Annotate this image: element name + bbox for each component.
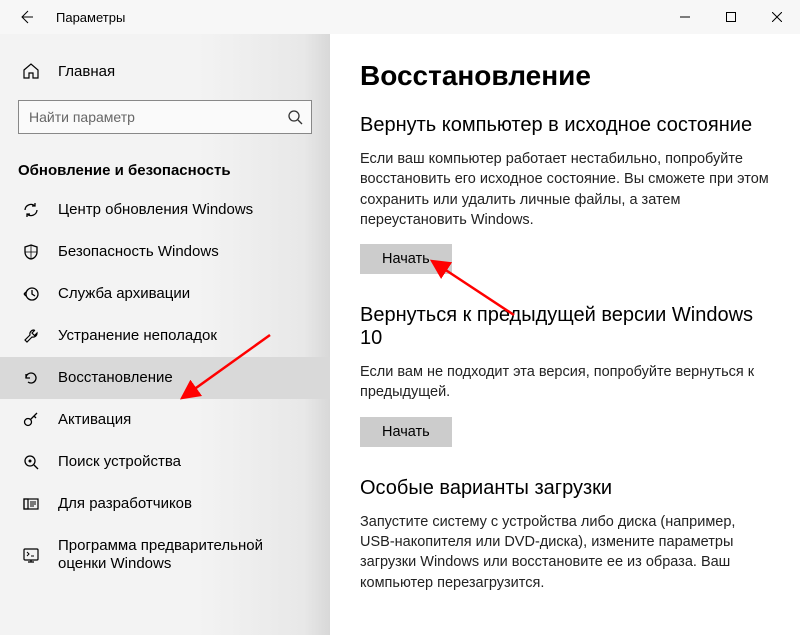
sidebar-item-label: Восстановление xyxy=(58,369,173,387)
sync-icon xyxy=(22,201,40,219)
insider-icon xyxy=(22,546,40,564)
search-input[interactable] xyxy=(18,100,312,134)
minimize-button[interactable] xyxy=(662,0,708,34)
search-icon xyxy=(287,109,303,125)
close-button[interactable] xyxy=(754,0,800,34)
home-icon xyxy=(22,62,40,80)
sidebar-item-update[interactable]: Центр обновления Windows xyxy=(0,189,330,231)
developer-icon xyxy=(22,495,40,513)
sidebar-item-developers[interactable]: Для разработчиков xyxy=(0,483,330,525)
section-body: Если ваш компьютер работает нестабильно,… xyxy=(360,149,772,230)
sidebar: Главная Обновление и безопасность Центр … xyxy=(0,34,330,635)
page-title: Восстановление xyxy=(360,60,772,92)
section-heading: Вернуться к предыдущей версии Windows 10 xyxy=(360,304,772,350)
main-content: Восстановление Вернуть компьютер в исход… xyxy=(330,34,800,635)
section-heading: Вернуть компьютер в исходное состояние xyxy=(360,114,772,137)
section-reset-pc: Вернуть компьютер в исходное состояние Е… xyxy=(360,114,772,274)
sidebar-item-find-device[interactable]: Поиск устройства xyxy=(0,441,330,483)
maximize-button[interactable] xyxy=(708,0,754,34)
section-body: Если вам не подходит эта версия, попробу… xyxy=(360,362,772,403)
section-body: Запустите систему с устройства либо диск… xyxy=(360,512,772,593)
history-icon xyxy=(22,285,40,303)
sidebar-item-insider[interactable]: Программа предварительной оценки Windows xyxy=(0,525,330,585)
search-field[interactable] xyxy=(29,109,287,125)
shield-icon xyxy=(22,243,40,261)
sidebar-item-label: Программа предварительной оценки Windows xyxy=(58,537,312,573)
section-advanced-startup: Особые варианты загрузки Запустите систе… xyxy=(360,477,772,593)
window-title: Параметры xyxy=(44,10,125,25)
find-device-icon xyxy=(22,453,40,471)
sidebar-item-recovery[interactable]: Восстановление xyxy=(0,357,330,399)
section-go-back: Вернуться к предыдущей версии Windows 10… xyxy=(360,304,772,447)
start-button[interactable]: Начать xyxy=(360,417,452,447)
sidebar-item-troubleshoot[interactable]: Устранение неполадок xyxy=(0,315,330,357)
back-button[interactable] xyxy=(18,9,44,25)
section-heading: Особые варианты загрузки xyxy=(360,477,772,500)
sidebar-item-activation[interactable]: Активация xyxy=(0,399,330,441)
sidebar-item-label: Устранение неполадок xyxy=(58,327,217,345)
sidebar-item-label: Для разработчиков xyxy=(58,495,192,513)
sidebar-item-label: Поиск устройства xyxy=(58,453,181,471)
sidebar-item-label: Безопасность Windows xyxy=(58,243,219,261)
sidebar-item-label: Активация xyxy=(58,411,131,429)
key-icon xyxy=(22,411,40,429)
restore-icon xyxy=(22,369,40,387)
start-button[interactable]: Начать xyxy=(360,244,452,274)
sidebar-item-label: Центр обновления Windows xyxy=(58,201,253,219)
sidebar-item-label: Главная xyxy=(58,63,115,80)
sidebar-item-backup[interactable]: Служба архивации xyxy=(0,273,330,315)
sidebar-section-header: Обновление и безопасность xyxy=(0,148,330,189)
sidebar-item-home[interactable]: Главная xyxy=(0,54,330,94)
sidebar-item-label: Служба архивации xyxy=(58,285,190,303)
wrench-icon xyxy=(22,327,40,345)
sidebar-item-security[interactable]: Безопасность Windows xyxy=(0,231,330,273)
